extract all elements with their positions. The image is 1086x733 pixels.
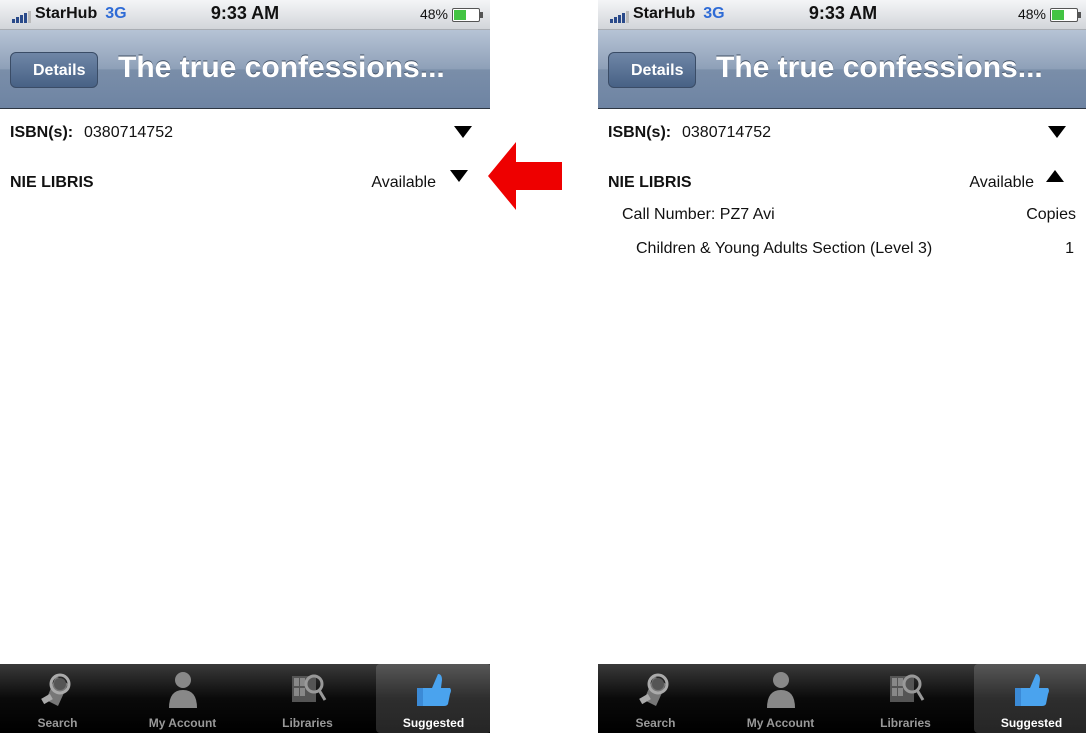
isbn-value: 0380714752 bbox=[682, 124, 771, 141]
tab-bar: Search My Account Libraries Suggested bbox=[0, 664, 490, 733]
status-bar: StarHub 3G 9:33 AM 48% bbox=[598, 0, 1086, 30]
call-number: Call Number: PZ7 Avi bbox=[622, 206, 775, 223]
battery-icon bbox=[452, 8, 483, 23]
library-search-icon bbox=[889, 674, 924, 702]
isbn-value: 0380714752 bbox=[84, 124, 173, 141]
status-bar: StarHub 3G 9:33 AM 48% bbox=[0, 0, 490, 30]
battery: 48% bbox=[420, 6, 483, 23]
nav-title: The true confessions... bbox=[716, 51, 1043, 84]
library-name: NIE LIBRIS bbox=[608, 174, 692, 191]
phone-screen-collapsed: StarHub 3G 9:33 AM 48% Details The true c… bbox=[0, 0, 490, 733]
isbn-label: ISBN(s): bbox=[608, 124, 672, 141]
tab-search[interactable]: Search bbox=[0, 664, 115, 733]
battery: 48% bbox=[1018, 6, 1081, 23]
tab-suggested[interactable]: Suggested bbox=[376, 664, 490, 733]
section-name: Children & Young Adults Section (Level 3… bbox=[636, 240, 933, 257]
collapse-arrow-icon[interactable] bbox=[1046, 170, 1064, 182]
tab-suggested[interactable]: Suggested bbox=[974, 664, 1086, 733]
thumbs-up-icon bbox=[1014, 674, 1049, 706]
person-icon bbox=[766, 672, 795, 708]
copies-header: Copies bbox=[1026, 206, 1076, 223]
availability-status: Available bbox=[969, 174, 1034, 191]
expand-arrow-icon[interactable] bbox=[454, 126, 472, 138]
tab-bar: Search My Account Libraries Suggested bbox=[598, 664, 1086, 733]
back-button[interactable]: Details bbox=[10, 52, 99, 88]
clock: 9:33 AM bbox=[808, 3, 878, 23]
library-name: NIE LIBRIS bbox=[10, 174, 94, 191]
clock: 9:33 AM bbox=[210, 3, 280, 23]
person-icon bbox=[168, 672, 197, 708]
magnifier-book-icon bbox=[638, 673, 668, 706]
expand-arrow-icon[interactable] bbox=[1048, 126, 1066, 138]
tab-my-account[interactable]: My Account bbox=[723, 664, 838, 733]
tab-my-account[interactable]: My Account bbox=[125, 664, 240, 733]
tab-libraries[interactable]: Libraries bbox=[250, 664, 365, 733]
tab-search[interactable]: Search bbox=[598, 664, 713, 733]
back-button[interactable]: Details bbox=[608, 52, 697, 88]
expand-arrow-icon[interactable] bbox=[450, 170, 468, 182]
battery-icon bbox=[1050, 8, 1081, 23]
thumbs-up-icon bbox=[416, 674, 451, 706]
availability-status: Available bbox=[371, 174, 436, 191]
library-search-icon bbox=[291, 674, 326, 702]
nav-title: The true confessions... bbox=[118, 51, 445, 84]
nav-bar: Details The true confessions... bbox=[598, 30, 1086, 109]
tab-libraries[interactable]: Libraries bbox=[848, 664, 963, 733]
nav-bar: Details The true confessions... bbox=[0, 30, 490, 109]
magnifier-book-icon bbox=[40, 673, 70, 706]
isbn-label: ISBN(s): bbox=[10, 124, 74, 141]
left-arrow-icon bbox=[488, 142, 562, 210]
phone-screen-expanded: StarHub 3G 9:33 AM 48% Details The true c… bbox=[598, 0, 1086, 733]
copies-count: 1 bbox=[1065, 240, 1074, 257]
